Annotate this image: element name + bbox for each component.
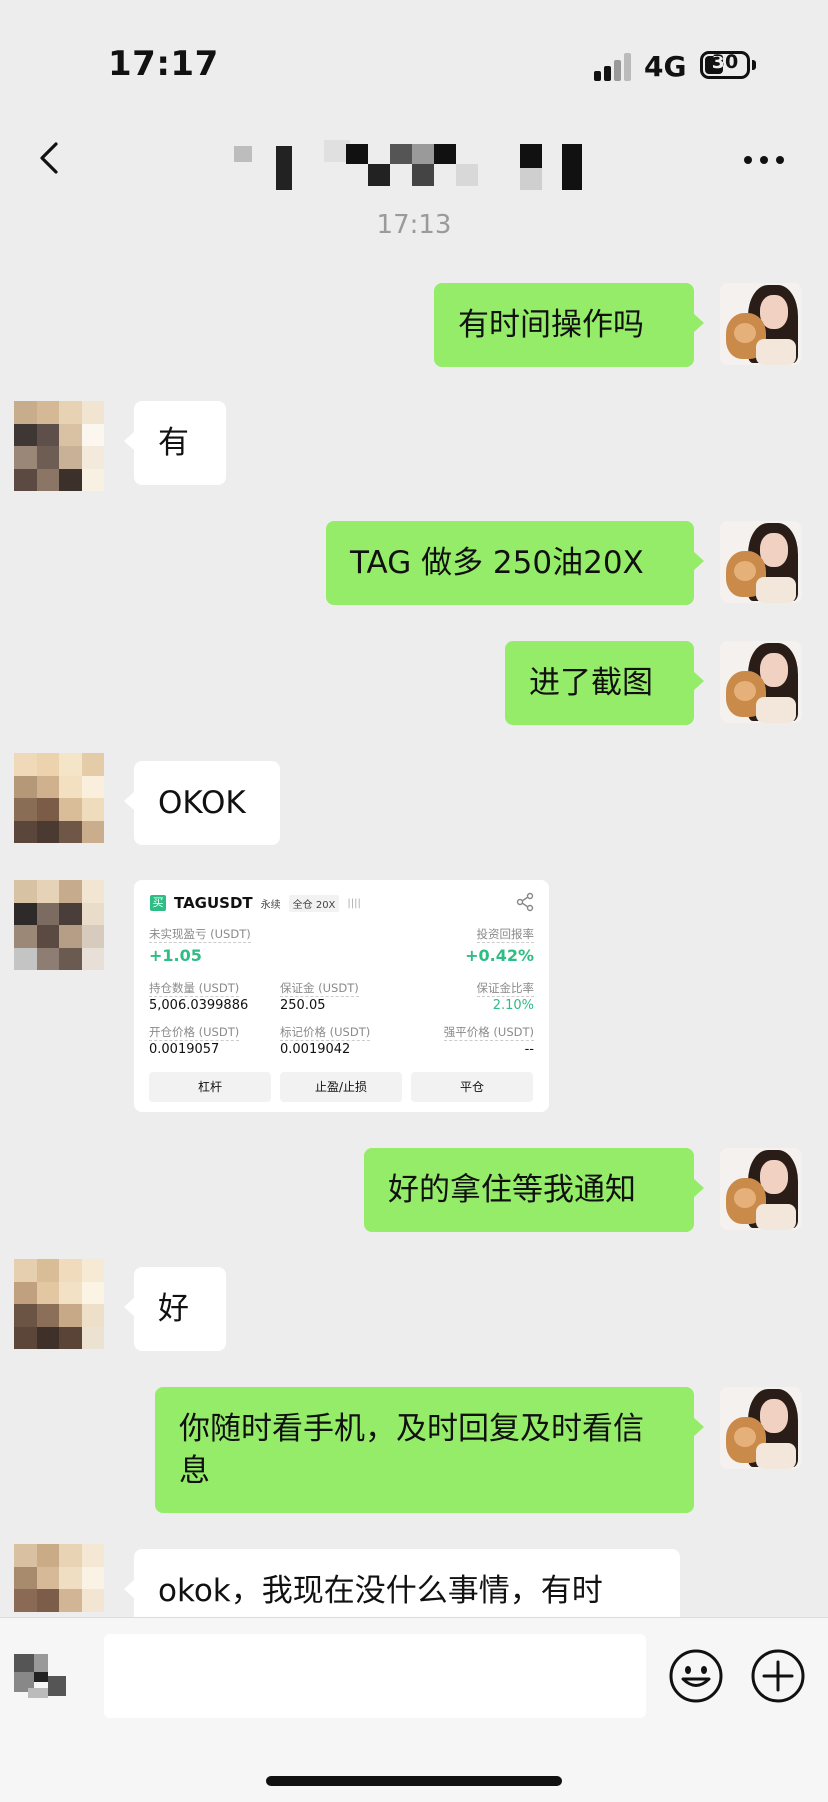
- liquidation-price-value: --: [524, 1042, 534, 1057]
- unrealized-pnl-label: 未实现盈亏 (USDT): [149, 927, 251, 943]
- my-avatar[interactable]: [720, 1387, 802, 1469]
- plus-circle-icon[interactable]: [750, 1648, 806, 1704]
- contact-avatar[interactable]: [14, 880, 104, 970]
- message-text: 好: [158, 1291, 189, 1327]
- entry-price-value: 0.0019057: [149, 1042, 220, 1057]
- battery-tip: [752, 60, 756, 70]
- more-dots-icon[interactable]: [744, 150, 788, 170]
- close-position-button[interactable]: 平仓: [411, 1072, 533, 1102]
- position-size-label: 持仓数量 (USDT): [149, 981, 240, 997]
- message-input-bar: [0, 1617, 828, 1802]
- contact-name-redacted: [230, 136, 600, 192]
- margin-label: 保证金 (USDT): [280, 981, 359, 997]
- message-text: 好的拿住等我通知: [388, 1172, 636, 1208]
- buy-badge: 买: [150, 895, 166, 911]
- message-bubble-me[interactable]: 你随时看手机，及时回复及时看信息: [155, 1387, 704, 1513]
- my-avatar[interactable]: [720, 521, 802, 603]
- symbol: TAGUSDT: [174, 894, 253, 912]
- contact-avatar[interactable]: [14, 753, 104, 843]
- chat-header: [0, 110, 828, 210]
- my-avatar[interactable]: [720, 283, 802, 365]
- position-size-value: 5,006.0399886: [149, 998, 249, 1013]
- margin-ratio-label: 保证金比率: [476, 981, 534, 997]
- network-type: 4G: [644, 50, 687, 83]
- message-bubble-other[interactable]: 有: [124, 401, 226, 485]
- message-bubble-me[interactable]: 有时间操作吗: [434, 283, 704, 367]
- signal-icon: [594, 53, 634, 81]
- message-timestamp: 17:13: [376, 210, 452, 240]
- message-text: TAG 做多 250油20X: [350, 545, 644, 581]
- card-header: 买 TAGUSDT 永续 全仓 20X ||||: [150, 894, 361, 912]
- message-bubble-me[interactable]: 好的拿住等我通知: [364, 1148, 704, 1232]
- liquidation-price-label: 强平价格 (USDT): [443, 1025, 534, 1041]
- share-icon[interactable]: [515, 892, 535, 912]
- message-bubble-me[interactable]: TAG 做多 250油20X: [326, 521, 704, 605]
- liquidity-bars: ||||: [347, 897, 361, 909]
- margin-ratio-value: 2.10%: [492, 998, 534, 1013]
- mark-price-value: 0.0019042: [280, 1042, 351, 1057]
- status-bar: 17:17 4G 30: [0, 0, 828, 120]
- roi-value: +0.42%: [465, 946, 534, 965]
- chevron-left-icon[interactable]: [30, 138, 70, 178]
- margin-mode: 全仓 20X: [288, 894, 340, 912]
- roi-label: 投资回报率: [476, 927, 534, 943]
- message-text: 进了截图: [529, 665, 653, 701]
- contact-avatar[interactable]: [14, 401, 104, 491]
- message-bubble-me[interactable]: 进了截图: [505, 641, 704, 725]
- my-avatar[interactable]: [720, 641, 802, 723]
- message-bubble-other[interactable]: OKOK: [124, 761, 280, 845]
- leverage-button[interactable]: 杠杆: [149, 1072, 271, 1102]
- trade-screenshot-card[interactable]: 买 TAGUSDT 永续 全仓 20X |||| 未实现盈亏 (USDT) +1…: [134, 880, 549, 1112]
- status-time: 17:17: [108, 44, 219, 84]
- battery-level: 30: [711, 51, 739, 73]
- message-text: 有时间操作吗: [458, 307, 644, 343]
- message-text: OKOK: [158, 785, 246, 821]
- emoji-icon[interactable]: [668, 1648, 724, 1704]
- message-text: okok，我现在没什么事情，有时: [158, 1573, 603, 1609]
- my-avatar[interactable]: [720, 1148, 802, 1230]
- contact-avatar[interactable]: [14, 1259, 104, 1349]
- voice-toggle-icon[interactable]: [14, 1654, 66, 1702]
- message-bubble-other[interactable]: 好: [124, 1267, 226, 1351]
- margin-value: 250.05: [280, 998, 326, 1013]
- contract-type: 永续: [260, 899, 281, 911]
- home-indicator: [266, 1776, 562, 1786]
- entry-price-label: 开仓价格 (USDT): [149, 1025, 240, 1041]
- message-text: 你随时看手机，及时回复及时看信息: [179, 1411, 644, 1489]
- message-text: 有: [158, 425, 189, 461]
- battery-icon: 30: [700, 51, 750, 79]
- tp-sl-button[interactable]: 止盈/止损: [280, 1072, 402, 1102]
- unrealized-pnl-value: +1.05: [149, 946, 202, 965]
- mark-price-label: 标记价格 (USDT): [280, 1025, 371, 1041]
- message-input[interactable]: [104, 1634, 646, 1718]
